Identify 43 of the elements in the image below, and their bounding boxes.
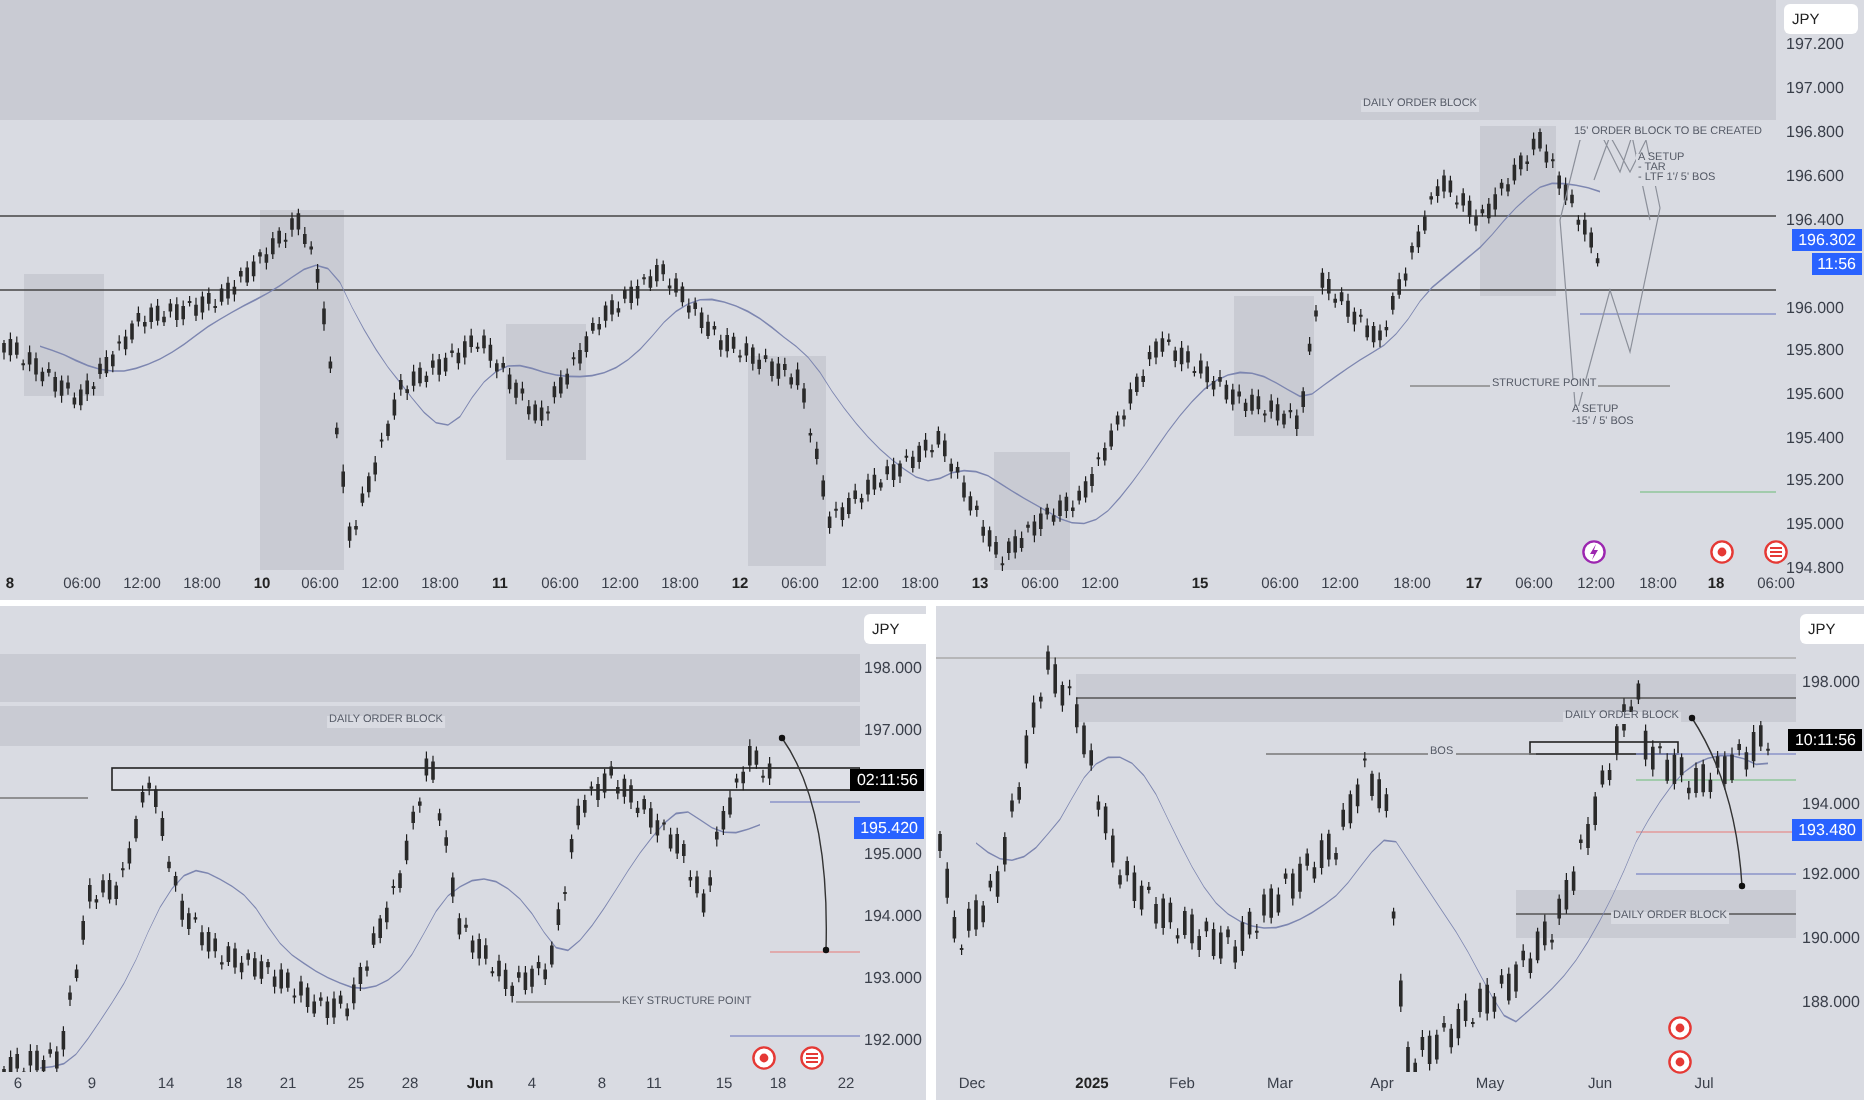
price-tag: 11:56 bbox=[1811, 253, 1862, 275]
price-tick: 196.800 bbox=[1786, 123, 1844, 141]
price-tick: 196.600 bbox=[1786, 167, 1844, 185]
price-tick: 195.000 bbox=[864, 845, 922, 863]
price-tag: 196.302 bbox=[1792, 229, 1862, 251]
price-tick: 194.000 bbox=[864, 907, 922, 925]
order-block-zone bbox=[24, 274, 104, 396]
order-block-zone bbox=[506, 324, 586, 460]
level-line bbox=[769, 951, 860, 953]
price-tick: 196.400 bbox=[1786, 211, 1844, 229]
level-line bbox=[0, 797, 89, 799]
price-tick: 195.200 bbox=[1786, 471, 1844, 489]
order-block-zone bbox=[1234, 296, 1314, 436]
target-icon[interactable] bbox=[1668, 1050, 1692, 1074]
price-tick: 195.800 bbox=[1786, 341, 1844, 359]
price-tick: 197.000 bbox=[864, 721, 922, 739]
price-tick: 192.000 bbox=[864, 1031, 922, 1049]
price-tick: 192.000 bbox=[1802, 865, 1860, 883]
order-block-zone bbox=[994, 452, 1070, 570]
price-tick: 193.000 bbox=[864, 969, 922, 987]
price-tick: 194.000 bbox=[1802, 795, 1860, 813]
price-tick: 197.000 bbox=[1786, 79, 1844, 97]
level-line bbox=[1639, 491, 1776, 493]
price-tick: 196.000 bbox=[1786, 299, 1844, 317]
price-tag: 10:11:56 bbox=[1788, 729, 1862, 751]
price-tick: 195.600 bbox=[1786, 385, 1844, 403]
target-icon[interactable] bbox=[752, 1046, 776, 1070]
price-tick: 198.000 bbox=[1802, 673, 1860, 691]
price-tick: 198.000 bbox=[864, 659, 922, 677]
price-tag: 193.480 bbox=[1792, 819, 1862, 841]
price-tag: 195.420 bbox=[854, 817, 924, 839]
price-tick: 197.200 bbox=[1786, 35, 1844, 53]
price-tick: 194.800 bbox=[1786, 559, 1844, 577]
level-line bbox=[769, 801, 860, 803]
price-tick: 195.000 bbox=[1786, 515, 1844, 533]
price-tag: 02:11:56 bbox=[850, 769, 924, 791]
target-icon[interactable] bbox=[1668, 1016, 1692, 1040]
lightning-icon[interactable] bbox=[1582, 540, 1606, 564]
price-tick: 190.000 bbox=[1802, 929, 1860, 947]
price-tick: 195.400 bbox=[1786, 429, 1844, 447]
target-icon[interactable] bbox=[1710, 540, 1734, 564]
price-tick: 188.000 bbox=[1802, 993, 1860, 1011]
level-line bbox=[729, 1035, 860, 1037]
